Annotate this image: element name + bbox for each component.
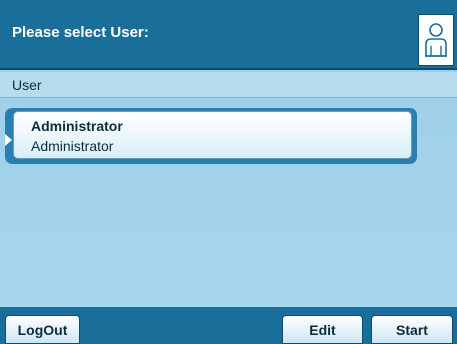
page-title: Please select User: (12, 24, 149, 41)
logout-button[interactable]: LogOut (5, 315, 80, 344)
start-button[interactable]: Start (371, 315, 453, 344)
user-icon (425, 23, 447, 57)
selection-frame: Administrator Administrator (5, 108, 417, 164)
selection-arrow-icon (5, 134, 12, 146)
header-bar: Please select User: (0, 0, 457, 70)
column-header: User (0, 72, 457, 98)
edit-button[interactable]: Edit (282, 315, 363, 344)
footer-bar: LogOut Edit Start (0, 307, 457, 344)
user-button[interactable] (418, 14, 454, 66)
column-header-label: User (12, 77, 42, 93)
user-list: Administrator Administrator (0, 99, 457, 307)
user-role: Administrator (31, 138, 114, 154)
user-name: Administrator (31, 118, 123, 134)
list-item-administrator[interactable]: Administrator Administrator (13, 111, 412, 159)
